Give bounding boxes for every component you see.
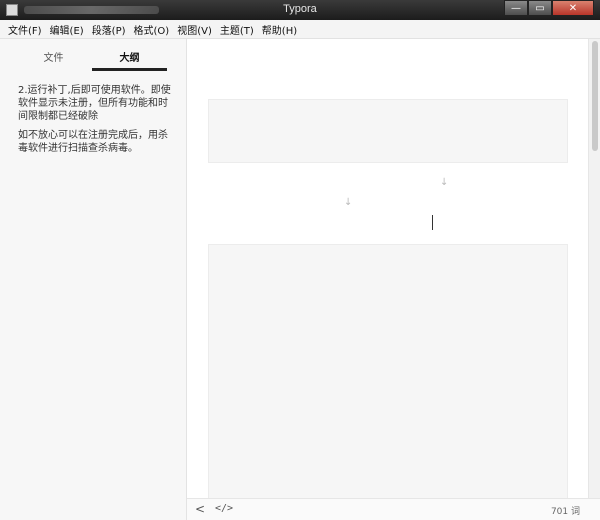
outline-paragraph[interactable]: 如不放心可以在注册完成后，用杀毒软件进行扫描查杀病毒。 <box>18 129 176 155</box>
editor-area[interactable]: ↓ ↓ <box>187 39 588 500</box>
menu-paragraph[interactable]: 段落(P) <box>92 22 126 37</box>
status-bar: < </> 701 词 <box>187 498 600 520</box>
menu-bar: 文件(F) 编辑(E) 段落(P) 格式(O) 视图(V) 主题(T) 帮助(H… <box>0 20 600 39</box>
menu-file[interactable]: 文件(F) <box>8 22 42 37</box>
outline-content: 2.运行补丁,后即可使用软件。即使软件显示未注册，但所有功能和时间限制都已经破除… <box>18 84 176 161</box>
word-count[interactable]: 701 词 <box>551 504 580 517</box>
vertical-scrollbar[interactable] <box>588 39 600 498</box>
code-block[interactable] <box>208 244 568 500</box>
menu-view[interactable]: 视图(V) <box>177 22 212 37</box>
code-block[interactable] <box>208 99 568 163</box>
code-icon[interactable]: </> <box>215 503 233 514</box>
menu-help[interactable]: 帮助(H) <box>262 22 297 37</box>
close-button[interactable]: ✕ <box>552 0 594 16</box>
tab-outline[interactable]: 大纲 <box>92 49 167 64</box>
down-arrow-icon: ↓ <box>440 177 449 188</box>
chevron-left-icon[interactable]: < <box>195 502 205 516</box>
active-tab-indicator <box>92 68 167 71</box>
menu-edit[interactable]: 编辑(E) <box>50 22 84 37</box>
maximize-button[interactable]: ▭ <box>528 0 552 16</box>
minimize-button[interactable]: — <box>504 0 528 16</box>
text-caret <box>432 215 433 230</box>
menu-theme[interactable]: 主题(T) <box>220 22 254 37</box>
scrollbar-thumb[interactable] <box>592 41 598 151</box>
down-arrow-icon: ↓ <box>344 197 353 208</box>
window-controls: — ▭ ✕ <box>504 0 594 16</box>
menu-format[interactable]: 格式(O) <box>134 22 170 37</box>
title-bar: Typora — ▭ ✕ <box>0 0 600 20</box>
outline-paragraph[interactable]: 2.运行补丁,后即可使用软件。即使软件显示未注册，但所有功能和时间限制都已经破除 <box>18 84 176 123</box>
sidebar: 文件 大纲 2.运行补丁,后即可使用软件。即使软件显示未注册，但所有功能和时间限… <box>0 39 187 520</box>
tab-files[interactable]: 文件 <box>16 49 91 64</box>
